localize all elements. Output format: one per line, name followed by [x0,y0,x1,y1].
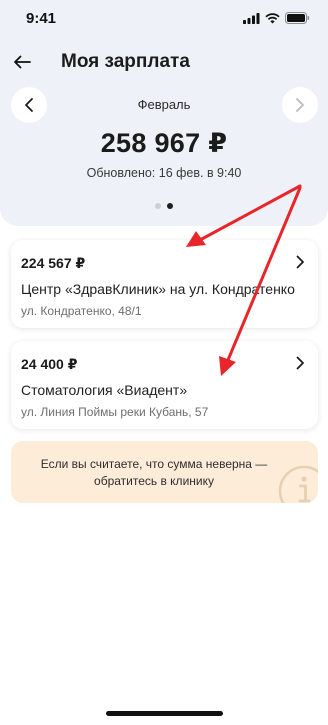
clinic-name: Стоматология «Виадент» [21,382,188,398]
chevron-right-icon [296,98,304,112]
clinic-card[interactable]: 24 400 ₽ Стоматология «Виадент» ул. Лини… [11,341,318,429]
home-indicator [106,711,223,716]
chevron-right-icon [296,356,304,370]
total-salary: 258 967 ₽ [100,128,228,158]
clinic-address: ул. Линия Поймы реки Кубань, 57 [21,405,209,419]
notice-banner: Если вы считаете, что сумма неверна — об… [11,441,318,503]
chevron-right-icon [296,255,304,269]
month-label: Февраль [137,97,191,112]
signal-icon [243,12,260,24]
battery-icon [285,12,310,24]
clinic-address: ул. Кондратенко, 48/1 [21,304,142,318]
status-bar: 9:41 [0,0,328,38]
clinic-amount: 224 567 ₽ [21,255,86,271]
page-dot-active[interactable] [167,203,173,209]
arrow-left-icon [14,55,31,69]
page-title: Моя зарплата [61,51,190,72]
clinic-amount: 24 400 ₽ [21,356,78,372]
info-icon [278,465,318,503]
status-icons [243,12,310,24]
back-button[interactable] [8,48,36,76]
notice-text: Если вы считаете, что сумма неверна — об… [40,457,268,488]
status-time: 9:41 [26,10,57,27]
next-month-button[interactable] [282,87,318,123]
updated-timestamp: Обновлено: 16 фев. в 9:40 [86,166,242,180]
page-indicator[interactable] [0,203,328,209]
clinic-name: Центр «ЗдравКлиник» на ул. Кондратенко [21,281,295,297]
page-dot[interactable] [155,203,161,209]
clinic-card[interactable]: 224 567 ₽ Центр «ЗдравКлиник» на ул. Кон… [11,240,318,328]
app-header: Моя зарплата [0,44,328,80]
wifi-icon [265,12,280,23]
